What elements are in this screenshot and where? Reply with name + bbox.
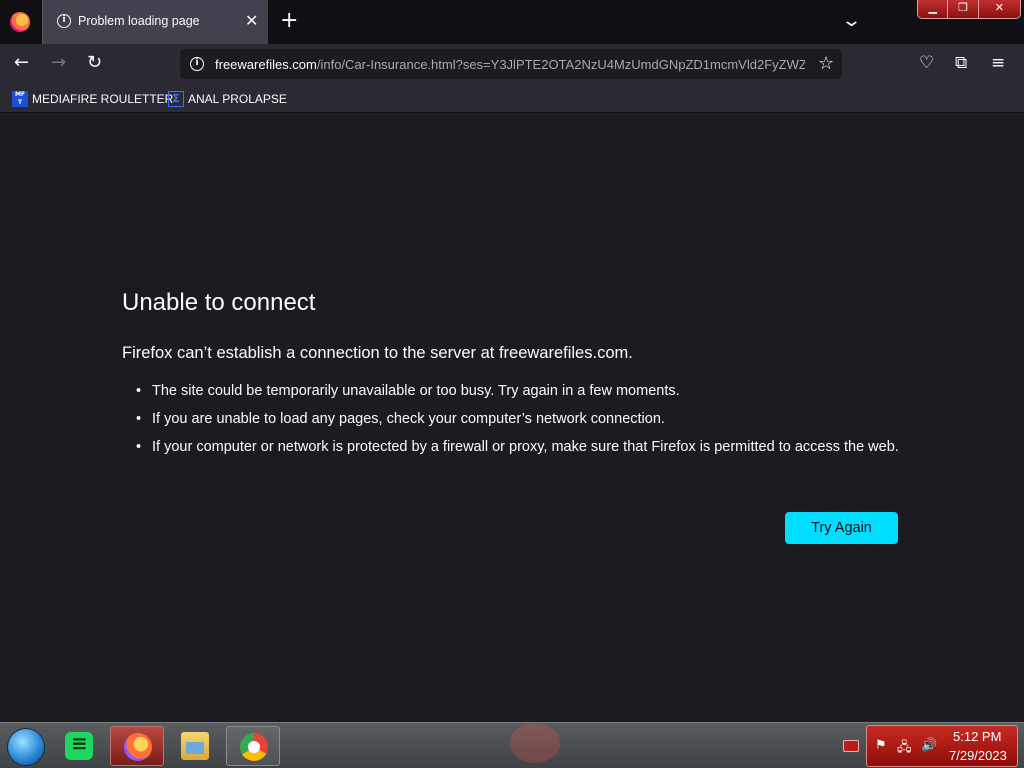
firefox-logo-icon[interactable] — [10, 12, 30, 32]
close-window-button[interactable]: ✕ — [979, 0, 1020, 18]
navigation-toolbar: ← → ↻ i freewarefiles.com/info/Car-Insur… — [0, 44, 1024, 86]
minimize-button[interactable]: ▁ — [918, 0, 949, 18]
forward-button[interactable]: → — [51, 52, 66, 73]
firefox-icon — [124, 733, 152, 761]
bookmark-anal-prolapse[interactable]: Σ ANAL PROLAPSE — [168, 91, 287, 107]
bookmark-label: MEDIAFIRE ROULETTER — [32, 92, 174, 106]
tab-title: Problem loading page — [78, 14, 200, 28]
error-title: Unable to connect — [122, 289, 316, 316]
action-center-flag-icon[interactable]: ⚑ — [875, 738, 887, 753]
info-icon: i — [57, 14, 71, 28]
folder-icon — [181, 732, 209, 760]
bookmarks-toolbar: MF T MEDIAFIRE ROULETTER Σ ANAL PROLAPSE — [0, 86, 1024, 113]
restore-button[interactable]: ❐ — [948, 0, 979, 18]
try-again-button[interactable]: Try Again — [785, 512, 898, 544]
show-hidden-icons-icon[interactable] — [843, 740, 859, 752]
taskbar-firefox[interactable] — [110, 726, 164, 766]
tab-close-icon[interactable]: ✕ — [245, 11, 258, 30]
tab-list-chevron-icon[interactable]: ⌄ — [841, 10, 862, 31]
system-tray: ⚑ 🖧 🔊 5:12 PM 7/29/2023 — [866, 725, 1018, 767]
url-path: /info/Car-Insurance.html?ses=Y3JlPTE2OTA… — [316, 57, 805, 72]
taskbar: ⚑ 🖧 🔊 5:12 PM 7/29/2023 — [0, 722, 1024, 768]
suggestion-item: The site could be temporarily unavailabl… — [136, 381, 906, 401]
menu-icon[interactable]: ≡ — [991, 53, 1005, 73]
start-orb-icon[interactable] — [7, 728, 45, 766]
window-controls: ▁ ❐ ✕ — [917, 0, 1021, 19]
bookmark-mediafire-rouletter[interactable]: MF T MEDIAFIRE ROULETTER — [12, 91, 173, 107]
taskbar-notes-app[interactable] — [52, 726, 106, 766]
mediafire-icon: MF T — [12, 91, 28, 107]
suggestion-item: If you are unable to load any pages, che… — [136, 409, 906, 429]
pocket-icon[interactable]: ♡ — [919, 53, 934, 73]
bookmark-label: ANAL PROLAPSE — [188, 92, 287, 106]
error-suggestions: The site could be temporarily unavailabl… — [136, 381, 906, 465]
new-tab-button[interactable]: + — [280, 8, 298, 33]
reload-button[interactable]: ↻ — [87, 52, 102, 73]
url-domain: freewarefiles.com — [215, 57, 317, 72]
back-button[interactable]: ← — [14, 52, 29, 73]
vpn-shield-icon — [240, 733, 268, 761]
clock-time[interactable]: 5:12 PM — [953, 729, 1001, 744]
suggestion-item: If your computer or network is protected… — [136, 437, 906, 457]
url-bar[interactable]: i freewarefiles.com/info/Car-Insurance.h… — [180, 49, 842, 79]
taskbar-file-explorer[interactable] — [168, 726, 222, 766]
bookmark-star-icon[interactable]: ☆ — [818, 53, 834, 74]
notes-app-icon — [65, 731, 93, 760]
volume-icon[interactable]: 🔊 — [921, 738, 937, 753]
error-description: Firefox can’t establish a connection to … — [122, 344, 633, 362]
taskbar-drag-ghost — [510, 723, 560, 763]
extensions-icon[interactable]: ⧉ — [955, 53, 967, 73]
taskbar-vpn-app[interactable] — [226, 726, 280, 766]
url-text[interactable]: freewarefiles.com/info/Car-Insurance.htm… — [215, 57, 805, 72]
network-icon[interactable]: 🖧 — [897, 738, 912, 760]
site-info-icon[interactable]: i — [190, 57, 204, 71]
page-content: Unable to connect Firefox can’t establis… — [0, 113, 1024, 722]
tab-problem-loading[interactable]: i Problem loading page ✕ — [42, 0, 268, 44]
clock-date[interactable]: 7/29/2023 — [949, 748, 1007, 763]
sigma-icon: Σ — [168, 91, 184, 107]
tab-strip: i Problem loading page ✕ + ⌄ ▁ ❐ ✕ — [0, 0, 1024, 44]
